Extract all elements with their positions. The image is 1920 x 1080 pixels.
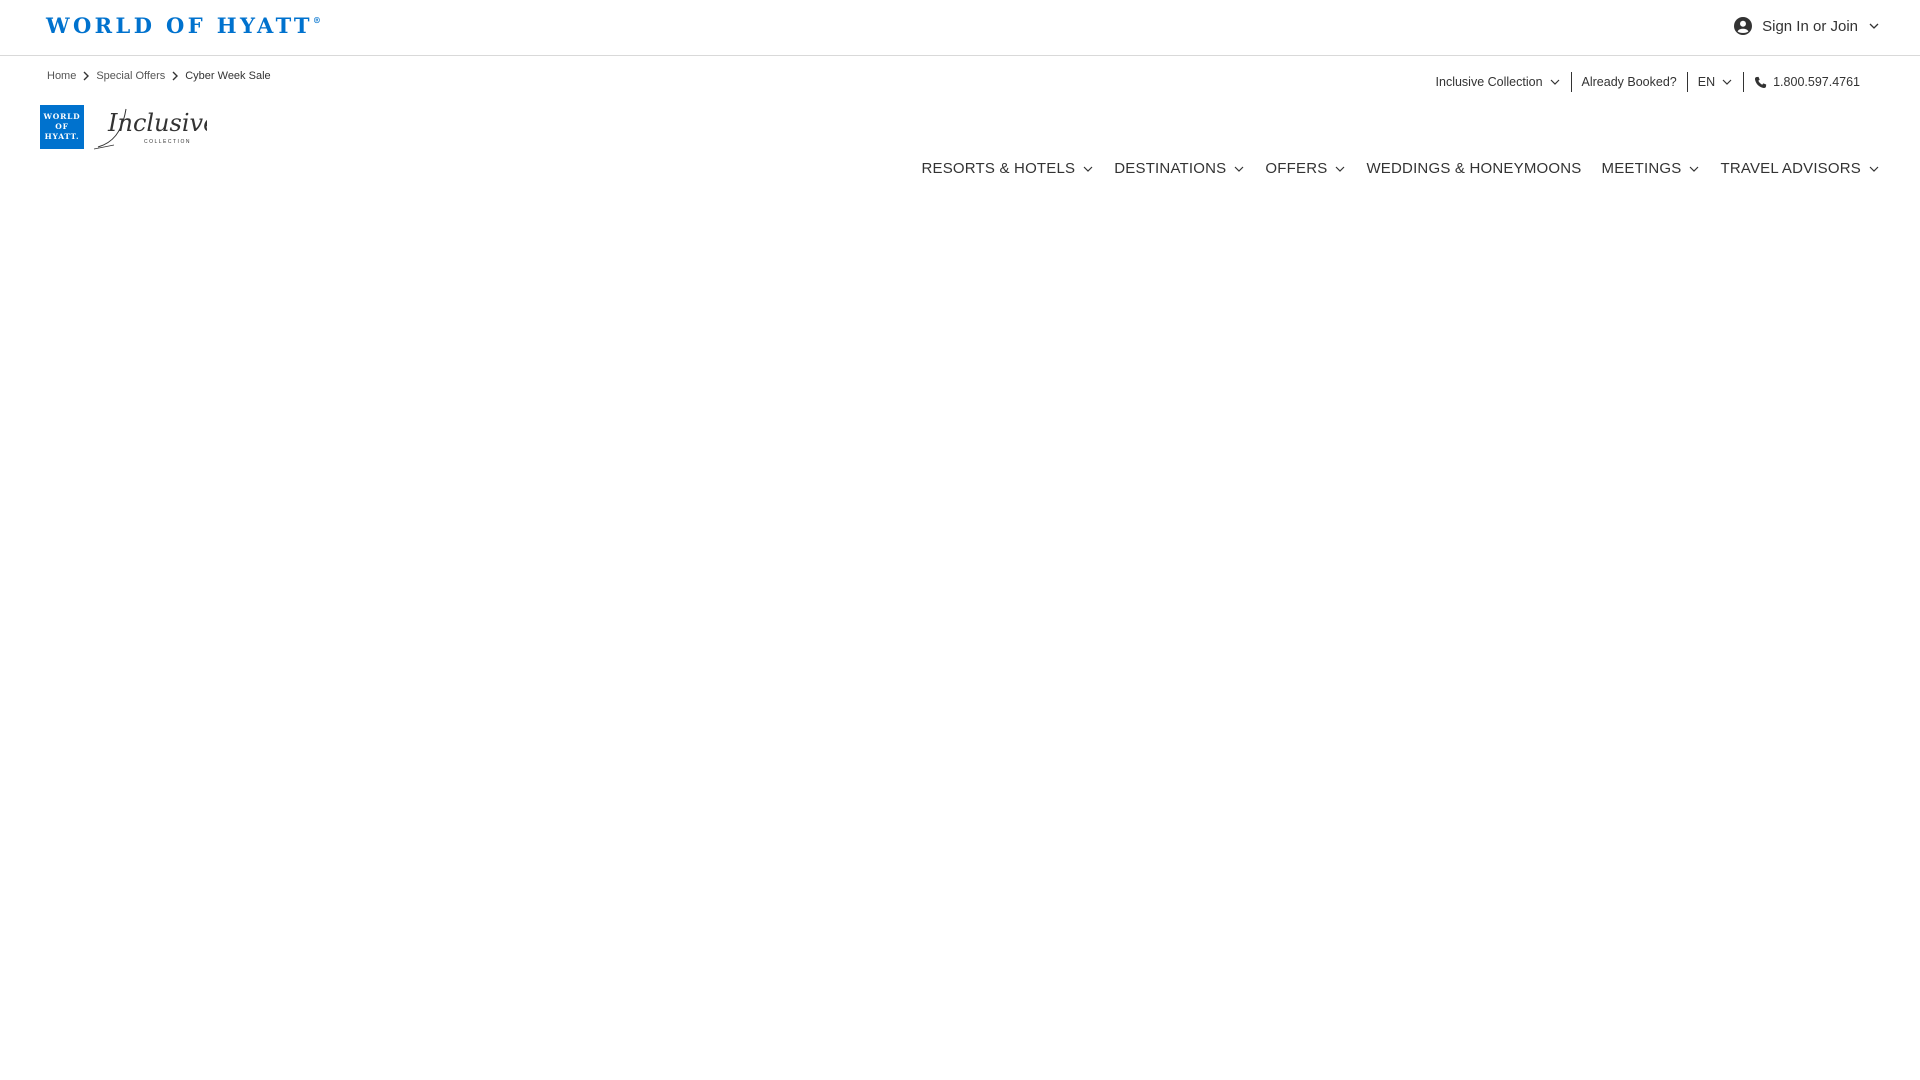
nav-weddings-honeymoons[interactable]: WEDDINGS & HONEYMOONS [1366,160,1581,177]
nav-label: WEDDINGS & HONEYMOONS [1366,160,1582,177]
nav-meetings[interactable]: MEETINGS [1602,160,1701,177]
script-subtext: COLLECTION [144,139,191,145]
badge-line-3: HYATT. [44,132,80,141]
nav-label: OFFERS [1265,160,1328,177]
phone-icon [1755,76,1767,88]
chevron-down-icon [1336,166,1345,172]
chevron-right-icon [83,71,90,81]
breadcrumb-home[interactable]: Home [47,70,76,82]
chevron-right-icon [172,71,179,81]
chevron-down-icon [1234,166,1244,172]
breadcrumb-special-offers[interactable]: Special Offers [96,70,165,82]
breadcrumb-current: Cyber Week Sale [185,70,271,82]
chevron-down-icon [1869,166,1879,172]
nav-offers[interactable]: OFFERS [1265,160,1346,177]
badge-line-2: OF [55,122,69,131]
nav-label: MEETINGS [1601,160,1682,177]
nav-resorts-hotels[interactable]: RESORTS & HOTELS [921,160,1094,177]
breadcrumb: Home Special Offers Cyber Week Sale [47,70,271,82]
nav-travel-advisors[interactable]: TRAVEL ADVISORS [1720,160,1880,177]
chevron-down-icon [1083,166,1093,172]
main-nav: RESORTS & HOTELS DESTINATIONS OFFERS WED… [921,160,1880,177]
inclusive-script-logo: Inclusive COLLECTION [93,108,207,150]
phone-number: 1.800.597.4761 [1773,75,1860,89]
chevron-down-icon [1690,166,1699,172]
user-icon [1734,17,1753,35]
script-text: Inclusive [107,109,207,137]
sign-in-button[interactable]: Sign In or Join [1734,17,1880,35]
chevron-down-icon [1550,79,1559,85]
inclusive-collection-logo[interactable]: WORLD OF HYATT. Inclusive COLLECTION [40,103,207,151]
nav-label: RESORTS & HOTELS [921,160,1076,177]
already-booked-link[interactable]: Already Booked? [1572,75,1687,89]
nav-label: DESTINATIONS [1114,160,1227,177]
nav-label: TRAVEL ADVISORS [1720,160,1861,177]
sign-in-label: Sign In or Join [1762,17,1858,35]
brand-selector-dropdown[interactable]: Inclusive Collection [1426,75,1571,89]
nav-destinations[interactable]: DESTINATIONS [1114,160,1245,177]
phone-link[interactable]: 1.800.597.4761 [1744,75,1870,89]
top-bar: WORLD OF HYATT® Sign In or Join [0,0,1920,56]
badge-line-1: WORLD [43,112,81,121]
already-booked-label: Already Booked? [1581,75,1677,89]
language-label: EN [1697,75,1716,89]
chevron-down-icon [1722,79,1732,85]
utility-nav: Inclusive Collection Already Booked? EN … [1426,72,1870,92]
registered-mark: ® [312,15,321,25]
brand-wordmark: WORLD OF HYATT [46,13,313,38]
brand-selector-label: Inclusive Collection [1435,75,1543,89]
world-of-hyatt-logo[interactable]: WORLD OF HYATT® [46,13,321,38]
chevron-down-icon [1869,23,1879,29]
language-selector[interactable]: EN [1688,75,1743,89]
world-of-hyatt-badge: WORLD OF HYATT. [40,105,84,149]
